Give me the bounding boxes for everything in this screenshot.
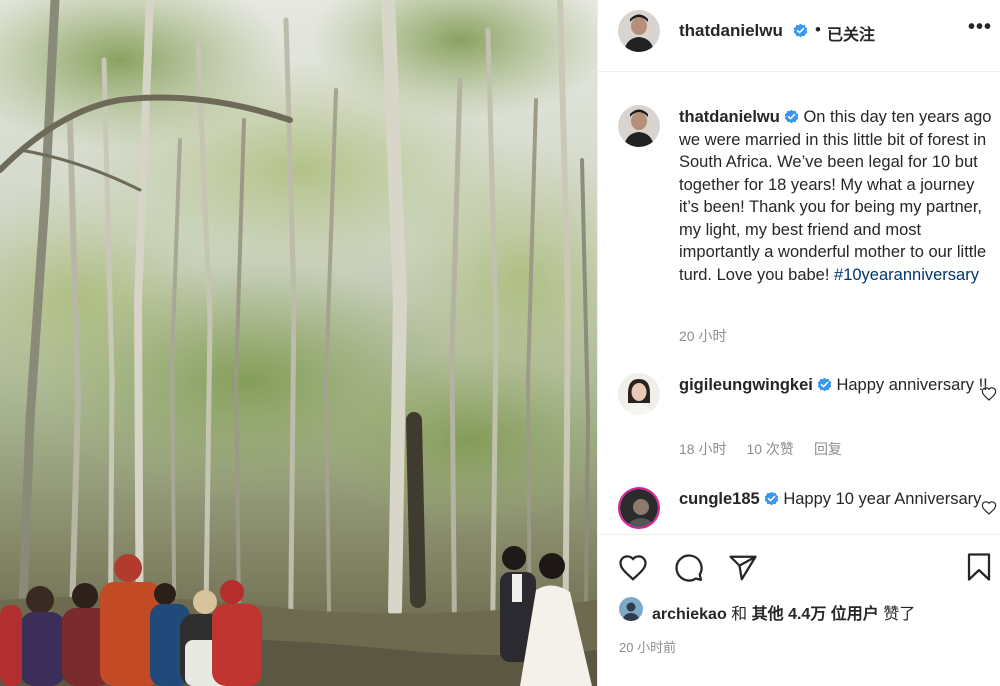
- comment-meta: 18 小时 10 次赞 回复: [679, 439, 862, 459]
- heart-icon[interactable]: [981, 500, 997, 516]
- post-sidebar: thatdanielwu • 已关注 ••• thatdanielwu On t…: [597, 0, 1000, 686]
- more-icon[interactable]: •••: [968, 16, 992, 39]
- post-photo[interactable]: [0, 0, 597, 686]
- verified-badge-icon: [764, 491, 778, 506]
- caption-time[interactable]: 20 小时: [679, 328, 726, 344]
- bookmark-icon[interactable]: [964, 552, 994, 582]
- verified-badge-icon: [784, 109, 799, 124]
- post-header: thatdanielwu • 已关注 •••: [598, 0, 1000, 72]
- likes-text: archiekao 和 其他 4.4万 位用户 赞了: [652, 600, 915, 624]
- comment-body: Happy 10 year Anniversary: [783, 490, 982, 508]
- likes-connector: 和: [731, 606, 748, 623]
- header-username[interactable]: thatdanielwu: [679, 21, 783, 41]
- caption-meta: 20 小时: [679, 326, 746, 346]
- liker-username[interactable]: archiekao: [652, 606, 727, 623]
- avatar[interactable]: [618, 487, 660, 529]
- avatar[interactable]: [618, 105, 660, 147]
- verified-badge-icon: [817, 377, 832, 392]
- avatar[interactable]: [619, 597, 643, 621]
- likes-suffix: 赞了: [883, 606, 916, 623]
- comment-icon[interactable]: [674, 553, 704, 583]
- comment-likes[interactable]: 10 次赞: [746, 441, 793, 457]
- caption-text: thatdanielwu On this day ten years ago w…: [679, 106, 997, 286]
- comment-body: Happy anniversary !!: [836, 376, 988, 394]
- comments-list[interactable]: thatdanielwu On this day ten years ago w…: [598, 73, 1000, 534]
- likes-others[interactable]: 其他 4.4万 位用户: [752, 606, 879, 623]
- comment-text: cungle185 Happy 10 year Anniversary: [679, 488, 997, 511]
- caption-username[interactable]: thatdanielwu: [679, 108, 780, 126]
- comment-username[interactable]: cungle185: [679, 490, 760, 508]
- forest-wedding-photo: [0, 0, 597, 686]
- avatar[interactable]: [618, 10, 660, 52]
- separator-dot: •: [815, 20, 821, 39]
- post-timestamp[interactable]: 20 小时前: [619, 637, 676, 656]
- share-icon[interactable]: [728, 553, 758, 583]
- caption-body: On this day ten years ago we were marrie…: [679, 108, 992, 284]
- follow-status-button[interactable]: 已关注: [827, 21, 875, 45]
- avatar[interactable]: [618, 373, 660, 415]
- heart-icon[interactable]: [618, 553, 648, 583]
- hashtag-link[interactable]: #10yearanniversary: [834, 266, 979, 284]
- reply-button[interactable]: 回复: [814, 441, 842, 457]
- heart-icon[interactable]: [981, 386, 997, 402]
- comment-text: gigileungwingkei Happy anniversary !!: [679, 374, 997, 397]
- comment-time[interactable]: 18 小时: [679, 441, 726, 457]
- verified-badge-icon: [793, 23, 808, 38]
- comment-username[interactable]: gigileungwingkei: [679, 376, 813, 394]
